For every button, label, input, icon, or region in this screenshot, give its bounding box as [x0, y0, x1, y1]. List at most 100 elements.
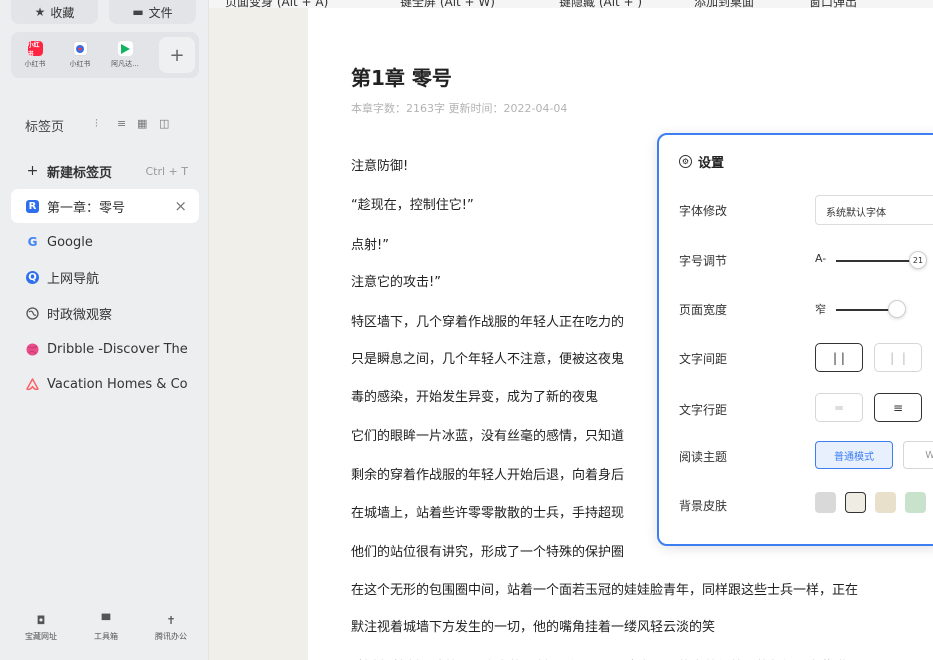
reader-favicon-icon: R	[26, 199, 39, 213]
width-slider-thumb[interactable]	[888, 300, 906, 318]
size-decrease-label[interactable]: A-	[815, 252, 826, 265]
size-slider-thumb[interactable]: 21	[909, 251, 927, 269]
chapter-paragraph: 它们的眼眸一片冰蓝，没有丝毫的感情，只知道	[351, 429, 625, 444]
play-logo-icon	[117, 41, 133, 56]
tab-google[interactable]: G Google	[11, 225, 199, 259]
sidebar: ★ 收藏 ▬ 文件 小红书 小红书 小红书 阿凡达... + 标签页 ⫶ ≡ ▦…	[0, 0, 209, 660]
settings-title: 设置	[698, 156, 725, 171]
files-button[interactable]: ▬ 文件	[109, 0, 196, 24]
theme-normal-button[interactable]: 普通模式	[815, 441, 893, 469]
theme-label: 阅读主题	[679, 450, 728, 464]
bookmark-tiles: 小红书 小红书 小红书 阿凡达... +	[11, 32, 199, 78]
chapter-paragraph: 默注视着城墙下方发生的一切，他的嘴角挂着一缕风轻云淡的笑	[351, 620, 716, 635]
xiaohongshu-logo-icon: 小红书	[27, 41, 43, 58]
skin-label: 背景皮肤	[679, 499, 728, 513]
line-spacing-option-1[interactable]: ═	[815, 393, 863, 422]
google-favicon-icon: G	[27, 235, 38, 249]
bookmark-label: 小红书	[24, 60, 46, 68]
bookmark-label: 小红书	[69, 60, 91, 68]
bookmark-xiaohongshu-2[interactable]: 小红书	[61, 35, 99, 75]
split-view-icon[interactable]: ⫶	[95, 117, 98, 131]
letter-spacing-option-1[interactable]: | |	[815, 343, 863, 372]
close-tab-icon[interactable]: ×	[174, 197, 187, 215]
gear-icon: ⚙	[679, 155, 692, 168]
chapter-paragraph: 在这个无形的包围圈中间，站着一个面若玉冠的娃娃脸青年，同样跟这些士兵一样，正在	[351, 583, 859, 598]
line-spacing-option-2[interactable]: ≡	[874, 393, 922, 422]
skin-swatch-gray[interactable]	[815, 492, 836, 513]
chapter-paragraph: 点射!”	[351, 238, 389, 253]
favorites-label: 收藏	[50, 5, 75, 20]
letter-spacing-label: 文字间距	[679, 352, 728, 366]
bookmark-avatar[interactable]: 阿凡达...	[106, 35, 144, 75]
star-icon: ★	[34, 5, 46, 19]
tab-dribbble[interactable]: Dribble -Discover The	[11, 332, 199, 366]
tab-label: 上网导航	[47, 271, 100, 287]
plus-icon: +	[26, 163, 39, 179]
tabs-header: 标签页	[25, 120, 65, 135]
settings-header: ⚙ 设置	[679, 152, 724, 171]
airbnb-favicon-icon	[26, 377, 39, 391]
toolbox-icon: ▀	[101, 613, 111, 627]
office-icon: ✝	[166, 613, 176, 627]
chapter-paragraph: 注意它的攻击!”	[351, 275, 441, 290]
new-tab-shortcut: Ctrl + T	[145, 164, 188, 178]
grid-icon[interactable]: ▦	[137, 117, 147, 130]
chapter-title: 第1章 零号	[351, 66, 452, 90]
tab-web-nav[interactable]: Q 上网导航	[11, 260, 199, 294]
sort-icon[interactable]: ≡	[117, 117, 126, 130]
hide-button[interactable]: 键隐藏 (Alt + )	[559, 0, 642, 8]
tab-label: 时政微观察	[47, 307, 113, 323]
new-tab-button[interactable]: + 新建标签页 Ctrl + T	[11, 154, 199, 188]
tab-chapter-one[interactable]: R 第一章：零号 ×	[11, 189, 199, 223]
tab-politics[interactable]: 时政微观察	[11, 296, 199, 330]
chapter-paragraph: “控制! 控制!”随着几只夜鬼的不断逼近，那几个幸存下来的身着作战服的年轻人有些…	[351, 656, 860, 660]
favorites-button[interactable]: ★ 收藏	[11, 0, 98, 24]
reader-toolbar: 页面变身 (Alt + A) 键全屏 (Alt + W) 键隐藏 (Alt + …	[209, 0, 933, 8]
width-narrow-label: 窄	[815, 303, 826, 316]
tool-label: 腾讯办公	[155, 632, 187, 641]
globe-favicon-icon	[26, 306, 39, 320]
fullscreen-button[interactable]: 键全屏 (Alt + W)	[400, 0, 495, 8]
bookmark-xiaohongshu-1[interactable]: 小红书 小红书	[16, 35, 54, 75]
width-label: 页面宽度	[679, 303, 728, 317]
skin-swatch-white-selected[interactable]	[845, 492, 866, 513]
bookmark-site-icon: ◘	[36, 613, 46, 627]
tool-label: 工具箱	[94, 632, 118, 641]
chapter-paragraph: 毒的感染，开始发生异变，成为了新的夜鬼	[351, 390, 599, 405]
font-label: 字体修改	[679, 204, 728, 218]
skin-swatch-green[interactable]	[905, 492, 926, 513]
page-transform-button[interactable]: 页面变身 (Alt + A)	[225, 0, 328, 8]
bookmark-label: 阿凡达...	[111, 60, 139, 68]
new-tab-label: 新建标签页	[47, 165, 113, 181]
size-label: 字号调节	[679, 254, 728, 268]
dribbble-favicon-icon	[26, 343, 39, 356]
tab-label: Google	[47, 234, 93, 250]
tool-label: 宝藏网址	[25, 632, 57, 641]
add-bookmark-button[interactable]: +	[159, 37, 195, 73]
chapter-meta: 本章字数：2163字 更新时间：2022-04-04	[351, 102, 568, 115]
skin-swatch-beige[interactable]	[875, 492, 896, 513]
compass-logo-icon	[72, 41, 88, 56]
letter-spacing-option-2[interactable]: | |	[874, 343, 922, 372]
toolbox-button[interactable]: ▀ 工具箱	[81, 614, 131, 642]
chapter-paragraph: “趁现在，控制住它!”	[351, 198, 474, 213]
font-select[interactable]: 系统默认字体	[815, 195, 933, 225]
tab-label: 第一章：零号	[47, 200, 126, 216]
size-slider-track[interactable]	[836, 260, 916, 262]
window-popout-button[interactable]: 窗口弹出	[809, 0, 857, 8]
history-icon[interactable]: ◫	[159, 117, 169, 130]
tencent-office-button[interactable]: ✝ 腾讯办公	[146, 614, 196, 642]
chapter-paragraph: 他们的站位很有讲究，形成了一个特殊的保护圈	[351, 545, 625, 560]
treasure-sites-button[interactable]: ◘ 宝藏网址	[16, 614, 66, 642]
tab-airbnb[interactable]: Vacation Homes & Co	[11, 367, 199, 401]
nav-favicon-icon: Q	[26, 270, 39, 284]
settings-panel: ⚙ 设置 字体修改 系统默认字体 字号调节 A- 21 页面宽度 窄 文字间距 …	[657, 133, 933, 546]
tab-label: Dribble -Discover The	[47, 341, 188, 357]
add-to-desktop-button[interactable]: 添加到桌面	[694, 0, 754, 8]
width-slider-track[interactable]	[836, 309, 896, 311]
chapter-paragraph: 剩余的穿着作战服的年轻人开始后退，向着身后	[351, 468, 625, 483]
theme-second-button[interactable]: Wo	[903, 441, 933, 469]
chapter-paragraph: 特区墙下，几个穿着作战服的年轻人正在吃力的	[351, 315, 625, 330]
chapter-paragraph: 只是瞬息之间，几个年轻人不注意，便被这夜鬼	[351, 352, 625, 367]
line-spacing-label: 文字行距	[679, 403, 728, 417]
